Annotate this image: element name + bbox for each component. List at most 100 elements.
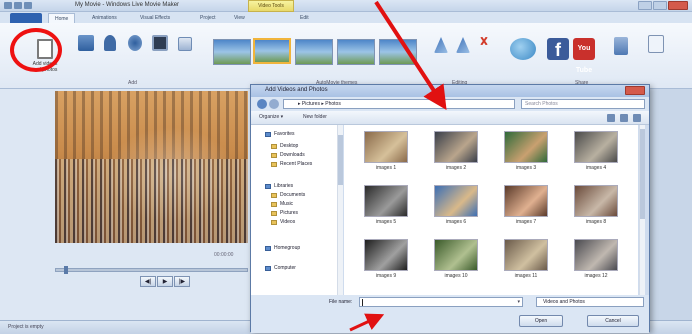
- theme-thumbnail-1[interactable]: [213, 39, 251, 65]
- nav-item[interactable]: Downloads: [271, 152, 305, 158]
- snapshot-button[interactable]: [152, 35, 168, 51]
- file-type-filter[interactable]: Videos and Photos: [536, 297, 644, 307]
- movie-maker-menu-button[interactable]: [10, 13, 42, 23]
- file-tile[interactable]: images 4: [566, 125, 626, 183]
- theme-thumbnail-5[interactable]: [379, 39, 417, 65]
- forward-arrow-icon[interactable]: [269, 99, 279, 109]
- context-tab-video-tools[interactable]: Video Tools: [248, 0, 294, 12]
- skydrive-icon[interactable]: [510, 38, 536, 60]
- nav-item[interactable]: Desktop: [271, 143, 298, 149]
- new-folder-button[interactable]: New folder: [303, 114, 327, 120]
- dialog-nav-bar: ▸ Pictures ▸ Photos Search Photos: [251, 97, 649, 111]
- nav-item[interactable]: Computer: [265, 265, 296, 271]
- library-icon: [265, 183, 271, 189]
- close-button[interactable]: [668, 1, 688, 10]
- next-frame-button[interactable]: |▶: [174, 276, 190, 287]
- file-tile[interactable]: images 11: [496, 233, 556, 291]
- nav-item[interactable]: Favorites: [265, 131, 295, 137]
- nav-item[interactable]: Videos: [271, 219, 295, 225]
- nav-item-label: Music: [280, 201, 294, 207]
- back-arrow-icon[interactable]: [257, 99, 267, 109]
- window-controls[interactable]: [638, 1, 688, 10]
- narration-icon: [128, 35, 142, 51]
- search-input[interactable]: Search Photos: [521, 99, 645, 109]
- nav-item[interactable]: Pictures: [271, 210, 298, 216]
- file-tile[interactable]: images 2: [426, 125, 486, 183]
- chevron-down-icon[interactable]: ▾: [517, 299, 520, 305]
- address-bar[interactable]: ▸ Pictures ▸ Photos: [283, 99, 515, 109]
- image-thumbnail: [434, 131, 478, 163]
- preview-timestamp: 00:00:00: [214, 252, 234, 258]
- file-tile[interactable]: images 7: [496, 179, 556, 237]
- rotate-left-button[interactable]: [434, 37, 448, 53]
- nav-item-label: Homegroup: [274, 245, 301, 251]
- nav-item-label: Recent Places: [280, 161, 313, 167]
- file-name: images 1: [375, 165, 397, 171]
- file-name: images 6: [445, 219, 467, 225]
- nav-item[interactable]: Homegroup: [265, 245, 300, 251]
- youtube-icon[interactable]: You Tube: [573, 38, 595, 74]
- save-movie-button[interactable]: [614, 37, 628, 55]
- seek-bar[interactable]: [55, 266, 248, 274]
- add-music-button[interactable]: [104, 35, 116, 51]
- folder-icon: [271, 161, 277, 167]
- organize-button[interactable]: Organize ▾: [259, 114, 283, 120]
- webcam-video-button[interactable]: [78, 35, 94, 51]
- previous-frame-button[interactable]: ◀|: [140, 276, 156, 287]
- theme-thumbnail-2[interactable]: [253, 38, 291, 64]
- file-tile[interactable]: images 8: [566, 179, 626, 237]
- remove-button[interactable]: [480, 37, 488, 45]
- ribbon: Add videos and photos f You Tube Add Aut…: [0, 23, 692, 89]
- file-tile[interactable]: images 5: [356, 179, 416, 237]
- play-button[interactable]: ▶: [157, 276, 173, 287]
- nav-item-label: Documents: [280, 192, 306, 198]
- filename-input[interactable]: ▾: [359, 297, 523, 307]
- nav-item[interactable]: Music: [271, 201, 293, 207]
- tab-animations[interactable]: Animations: [92, 13, 117, 23]
- rotate-right-button[interactable]: [456, 37, 470, 53]
- tab-home[interactable]: Home: [48, 13, 76, 23]
- cancel-button[interactable]: Cancel: [587, 315, 639, 327]
- dialog-close-button[interactable]: [625, 86, 645, 95]
- help-icon[interactable]: [633, 114, 641, 122]
- tab-edit[interactable]: Edit: [300, 13, 309, 23]
- file-list: images 1 images 2 images 3 images 4 images 5…: [344, 125, 638, 295]
- tab-view[interactable]: View: [234, 13, 245, 23]
- minimize-button[interactable]: [638, 1, 652, 10]
- seek-thumb[interactable]: [64, 266, 68, 274]
- file-name: images 5: [375, 219, 397, 225]
- nav-item[interactable]: Recent Places: [271, 161, 312, 167]
- file-tile[interactable]: images 6: [426, 179, 486, 237]
- tab-project[interactable]: Project: [200, 13, 216, 23]
- narration-button[interactable]: [128, 35, 142, 51]
- image-thumbnail: [504, 239, 548, 271]
- nav-item-label: Favorites: [274, 131, 295, 137]
- file-tile[interactable]: images 3: [496, 125, 556, 183]
- caption-icon: [178, 37, 192, 51]
- nav-item[interactable]: Libraries: [265, 183, 293, 189]
- open-button[interactable]: Open: [519, 315, 563, 327]
- preview-pane-icon[interactable]: [620, 114, 628, 122]
- theme-thumbnail-3[interactable]: [295, 39, 333, 65]
- file-list-scrollbar[interactable]: [639, 125, 645, 295]
- maximize-button[interactable]: [653, 1, 667, 10]
- file-tile[interactable]: images 10: [426, 233, 486, 291]
- file-tile[interactable]: images 1: [356, 125, 416, 183]
- change-view-icon[interactable]: [607, 114, 615, 122]
- nav-scrollbar[interactable]: [337, 125, 343, 295]
- sign-in-button[interactable]: [648, 35, 664, 53]
- facebook-icon[interactable]: f: [547, 38, 569, 60]
- file-tile[interactable]: images 9: [356, 233, 416, 291]
- window-title: My Movie - Windows Live Movie Maker: [75, 2, 180, 8]
- dialog-title: Add Videos and Photos: [265, 87, 328, 93]
- library-icon: [265, 265, 271, 271]
- image-thumbnail: [574, 185, 618, 217]
- image-thumbnail: [574, 239, 618, 271]
- tab-visual-effects[interactable]: Visual Effects: [140, 13, 170, 23]
- theme-thumbnail-4[interactable]: [337, 39, 375, 65]
- quick-access-toolbar[interactable]: [4, 2, 32, 9]
- video-preview[interactable]: [55, 91, 248, 243]
- nav-item[interactable]: Documents: [271, 192, 305, 198]
- caption-button[interactable]: [178, 37, 192, 51]
- file-tile[interactable]: images 12: [566, 233, 626, 291]
